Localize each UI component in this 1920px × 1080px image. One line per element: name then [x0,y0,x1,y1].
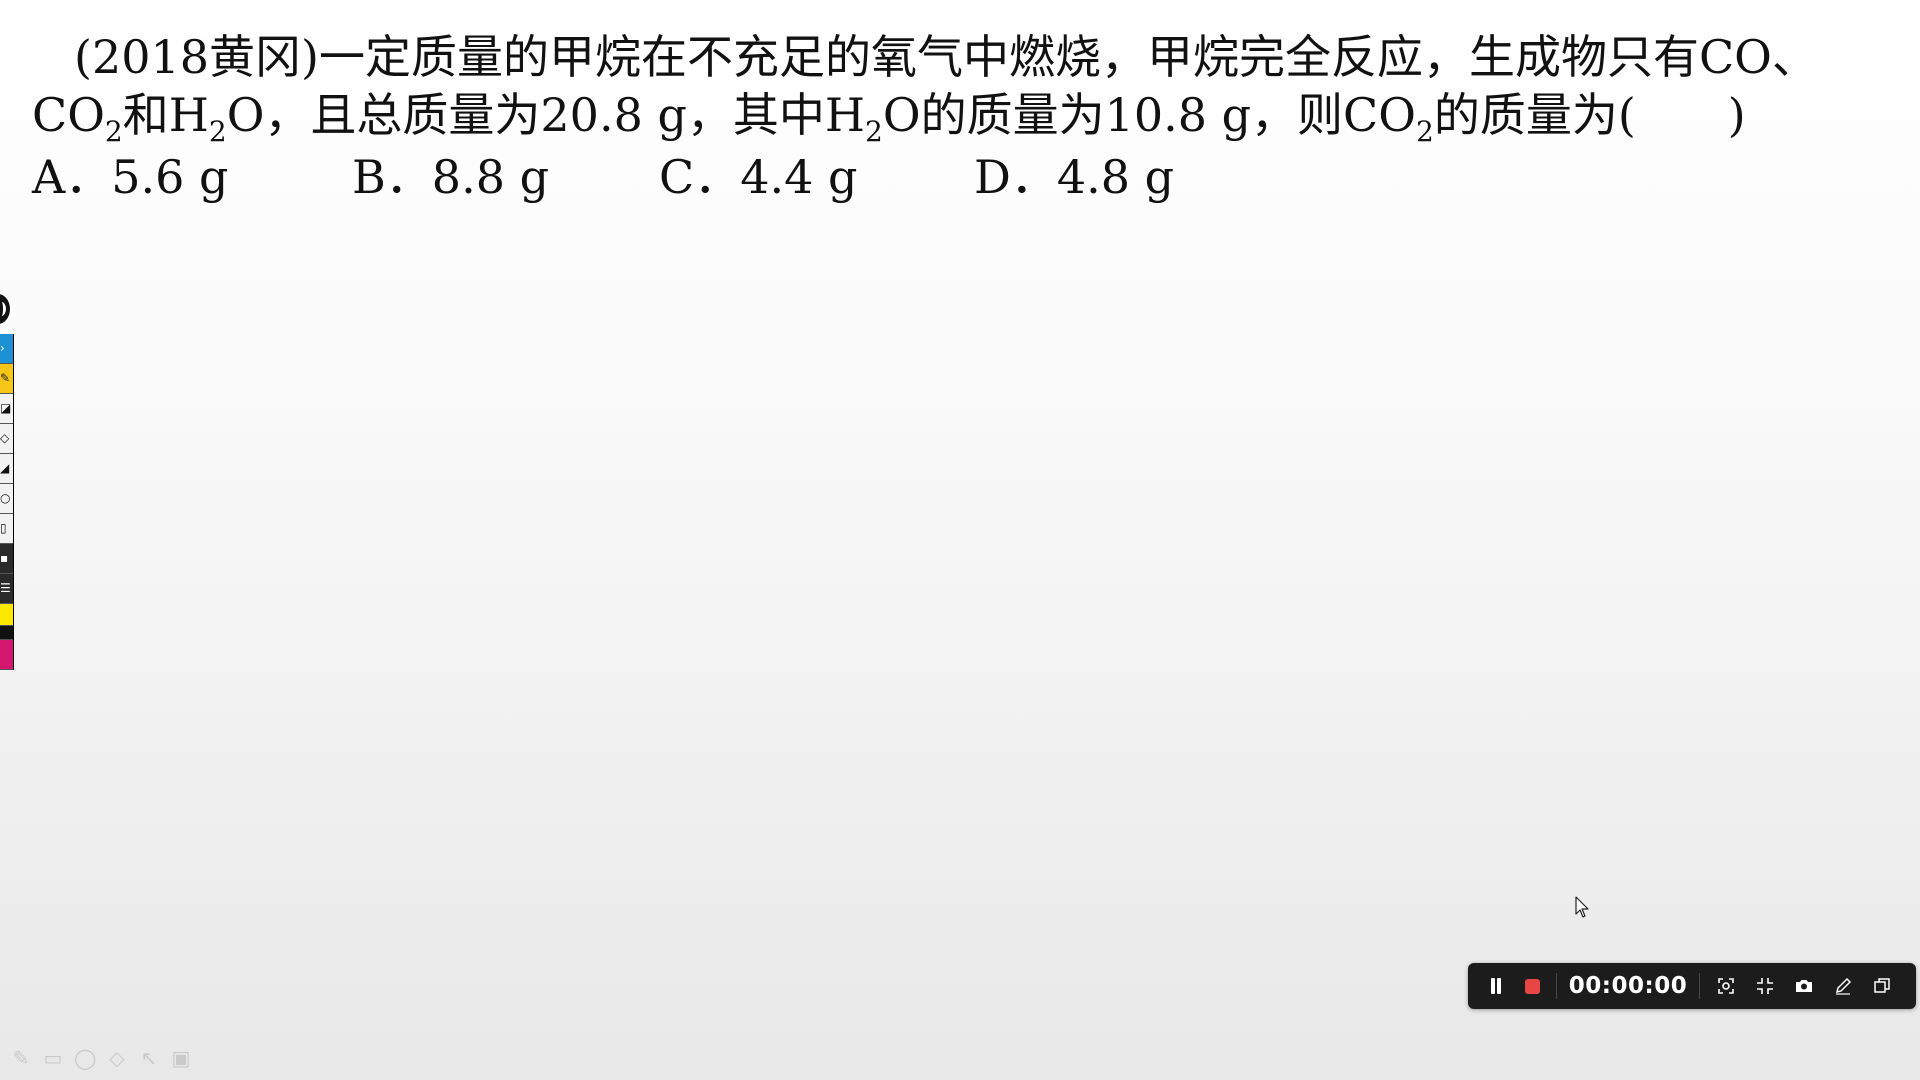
color-magenta-swatch[interactable] [0,640,13,670]
toolbar-toggle-icon[interactable] [0,292,12,326]
lasso-icon[interactable]: ◯ [74,1046,96,1070]
mouse-cursor-icon [1575,896,1589,918]
camera-icon[interactable]: ▣ [170,1046,192,1070]
eraser-icon[interactable]: ◇ [0,424,13,454]
screen-recorder-bar: 00:00:00 [1468,963,1916,1009]
annotation-toolbar-body: › ✎ ◪ ◇ ◢ ○ ▯ ▪ ☰ [0,334,14,670]
pencil-icon[interactable]: ✎ [10,1046,32,1070]
recording-timer: 00:00:00 [1568,973,1688,999]
question-line-1-text: (2018黄冈)一定质量的甲烷在不充足的氧气中燃烧，甲烷完全反应，生成物只有CO… [74,30,1818,84]
subscript: 2 [104,115,123,148]
pause-icon [1489,978,1503,994]
window-button[interactable] [1862,963,1901,1009]
option-c: C．4.4 g [659,150,858,204]
shrink-button[interactable] [1745,963,1784,1009]
shape-icon[interactable]: ◢ [0,454,13,484]
pointer-icon[interactable]: ↖ [138,1046,160,1070]
color-yellow-swatch[interactable] [0,604,13,626]
pause-button[interactable] [1478,963,1514,1009]
divider [1699,973,1700,999]
pen-icon[interactable]: ✎ [0,364,13,394]
arrow-icon[interactable]: › [0,334,13,364]
subscript: 2 [208,115,227,148]
stop-button[interactable] [1514,963,1550,1009]
question-line-1: (2018黄冈)一定质量的甲烷在不充足的氧气中燃烧，甲烷完全反应，生成物只有CO… [32,28,1892,86]
question-text: (2018黄冈)一定质量的甲烷在不充足的氧气中燃烧，甲烷完全反应，生成物只有CO… [32,28,1892,146]
window-icon [1873,978,1890,993]
highlighter-icon[interactable]: ◪ [0,394,13,424]
question-ending-text: 的质量为( ) [1433,88,1746,142]
image-icon[interactable]: ▭ [42,1046,64,1070]
annotate-button[interactable] [1823,963,1862,1009]
pen-icon [1835,977,1851,995]
annotation-toolbar: › ✎ ◪ ◇ ◢ ○ ▯ ▪ ☰ [0,292,14,670]
formula-h2o-text: 和H [122,88,209,142]
option-d: D．4.8 g [974,150,1175,204]
question-mass-text: O，且总质量为20.8 g，其中H [226,88,866,142]
trash-icon[interactable]: ▯ [0,514,13,544]
settings-icon[interactable]: ▪ [0,544,13,574]
camera-icon [1795,980,1812,992]
color-black-swatch[interactable] [0,626,13,640]
formula-co2-text: CO [32,88,105,142]
region-button[interactable] [1706,963,1745,1009]
stop-icon [1524,978,1540,994]
faint-toolbar: ✎ ▭ ◯ ◇ ↖ ▣ [10,1046,192,1070]
circle-icon[interactable]: ○ [0,484,13,514]
eraser-icon[interactable]: ◇ [106,1046,128,1070]
screenshot-button[interactable] [1784,963,1823,1009]
divider [1556,973,1557,999]
list-icon[interactable]: ☰ [0,574,13,604]
question-line-2: CO2和H2O，且总质量为20.8 g，其中H2O的质量为10.8 g，则CO2… [32,86,1892,146]
shrink-icon [1756,978,1773,994]
subscript: 2 [865,115,883,148]
option-b: B．8.8 g [352,150,550,204]
option-a: A．5.6 g [32,150,229,204]
region-icon [1717,978,1734,994]
subscript: 2 [1415,115,1434,148]
question-mass-text-2: O的质量为10.8 g，则CO [882,88,1416,142]
